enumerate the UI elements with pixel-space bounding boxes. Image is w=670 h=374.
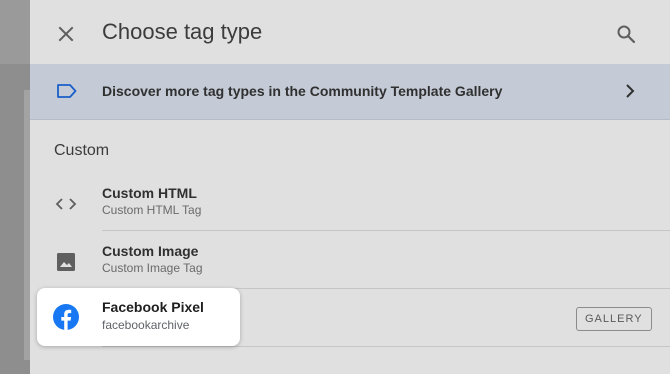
code-icon: [54, 192, 78, 216]
community-gallery-banner[interactable]: Discover more tag types in the Community…: [30, 64, 670, 120]
divider: [102, 346, 670, 347]
background-header: [0, 0, 30, 64]
facebook-icon: [53, 304, 79, 330]
close-icon: [58, 26, 74, 42]
item-name: Custom Image: [102, 243, 199, 259]
list-item-custom-html[interactable]: Custom HTML Custom HTML Tag: [30, 173, 670, 231]
image-icon: [54, 250, 78, 274]
list-item-custom-image[interactable]: Custom Image Custom Image Tag: [30, 231, 670, 289]
item-subtitle: Custom Image Tag: [102, 261, 203, 275]
search-icon: [617, 25, 636, 44]
item-subtitle: facebookarchive: [102, 318, 190, 332]
page-title: Choose tag type: [102, 19, 263, 44]
facebook-pixel-spotlight[interactable]: Facebook Pixel facebookarchive: [37, 288, 240, 346]
section-title: Custom: [54, 142, 110, 159]
chevron-right-icon: [626, 84, 635, 98]
item-name: Custom HTML: [102, 185, 197, 201]
gallery-badge: GALLERY: [576, 307, 652, 331]
background-page: [0, 0, 30, 374]
search-button[interactable]: [612, 20, 640, 48]
panel-header: Choose tag type: [30, 0, 670, 64]
close-button[interactable]: [52, 20, 80, 48]
banner-text: Discover more tag types in the Community…: [102, 83, 503, 99]
label-tag-icon: [57, 84, 77, 98]
item-subtitle: Custom HTML Tag: [102, 203, 202, 217]
item-name: Facebook Pixel: [102, 299, 204, 315]
